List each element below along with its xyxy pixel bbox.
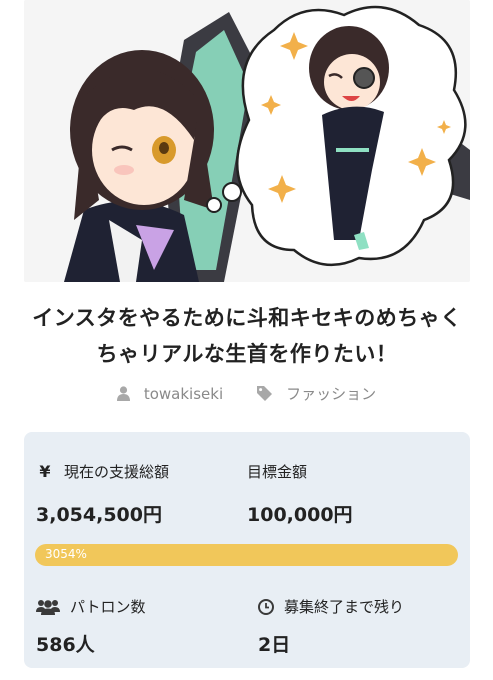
tag-icon <box>257 386 273 401</box>
project-title: インスタをやるために斗和キセキのめちゃく ちゃリアルな生首を作りたい！ <box>24 300 470 372</box>
time-remaining-label-text: 募集終了まで残り <box>284 598 405 616</box>
category-link[interactable]: ファッション <box>257 383 376 404</box>
category-name: ファッション <box>286 385 377 403</box>
time-remaining-label: 募集終了まで残り <box>258 596 404 617</box>
progress-bar: 3054% <box>35 544 458 566</box>
patron-count-label-text: パトロン数 <box>70 598 146 616</box>
user-icon <box>116 386 130 401</box>
project-hero-image <box>24 0 470 282</box>
goal-amount-label: 目標金額 <box>247 461 307 482</box>
total-funding-label: ¥ 現在の支援総額 <box>36 461 169 482</box>
patron-count-label: パトロン数 <box>36 596 145 617</box>
progress-percent: 3054% <box>45 547 87 561</box>
author-name: towakiseki <box>143 384 224 403</box>
goal-amount-label-text: 目標金額 <box>247 463 308 481</box>
goal-amount-value: 100,000円 <box>247 504 353 526</box>
yen-icon: ¥ <box>39 462 51 481</box>
total-funding-value: 3,054,500円 <box>36 504 162 526</box>
project-meta: towakiseki ファッション <box>0 383 493 404</box>
project-title-line-1: インスタをやるために斗和キセキのめちゃく <box>32 306 462 330</box>
funding-stats-panel: ¥ 現在の支援総額 3,054,500円 目標金額 100,000円 3054%… <box>24 432 470 668</box>
project-title-line-2: ちゃリアルな生首を作りたい！ <box>96 342 398 366</box>
time-remaining-value: 2日 <box>258 634 291 656</box>
users-icon <box>36 599 60 615</box>
patron-count-value: 586人 <box>36 634 95 656</box>
author-link[interactable]: towakiseki <box>116 384 224 403</box>
total-funding-label-text: 現在の支援総額 <box>64 463 170 481</box>
clock-icon <box>258 598 274 615</box>
